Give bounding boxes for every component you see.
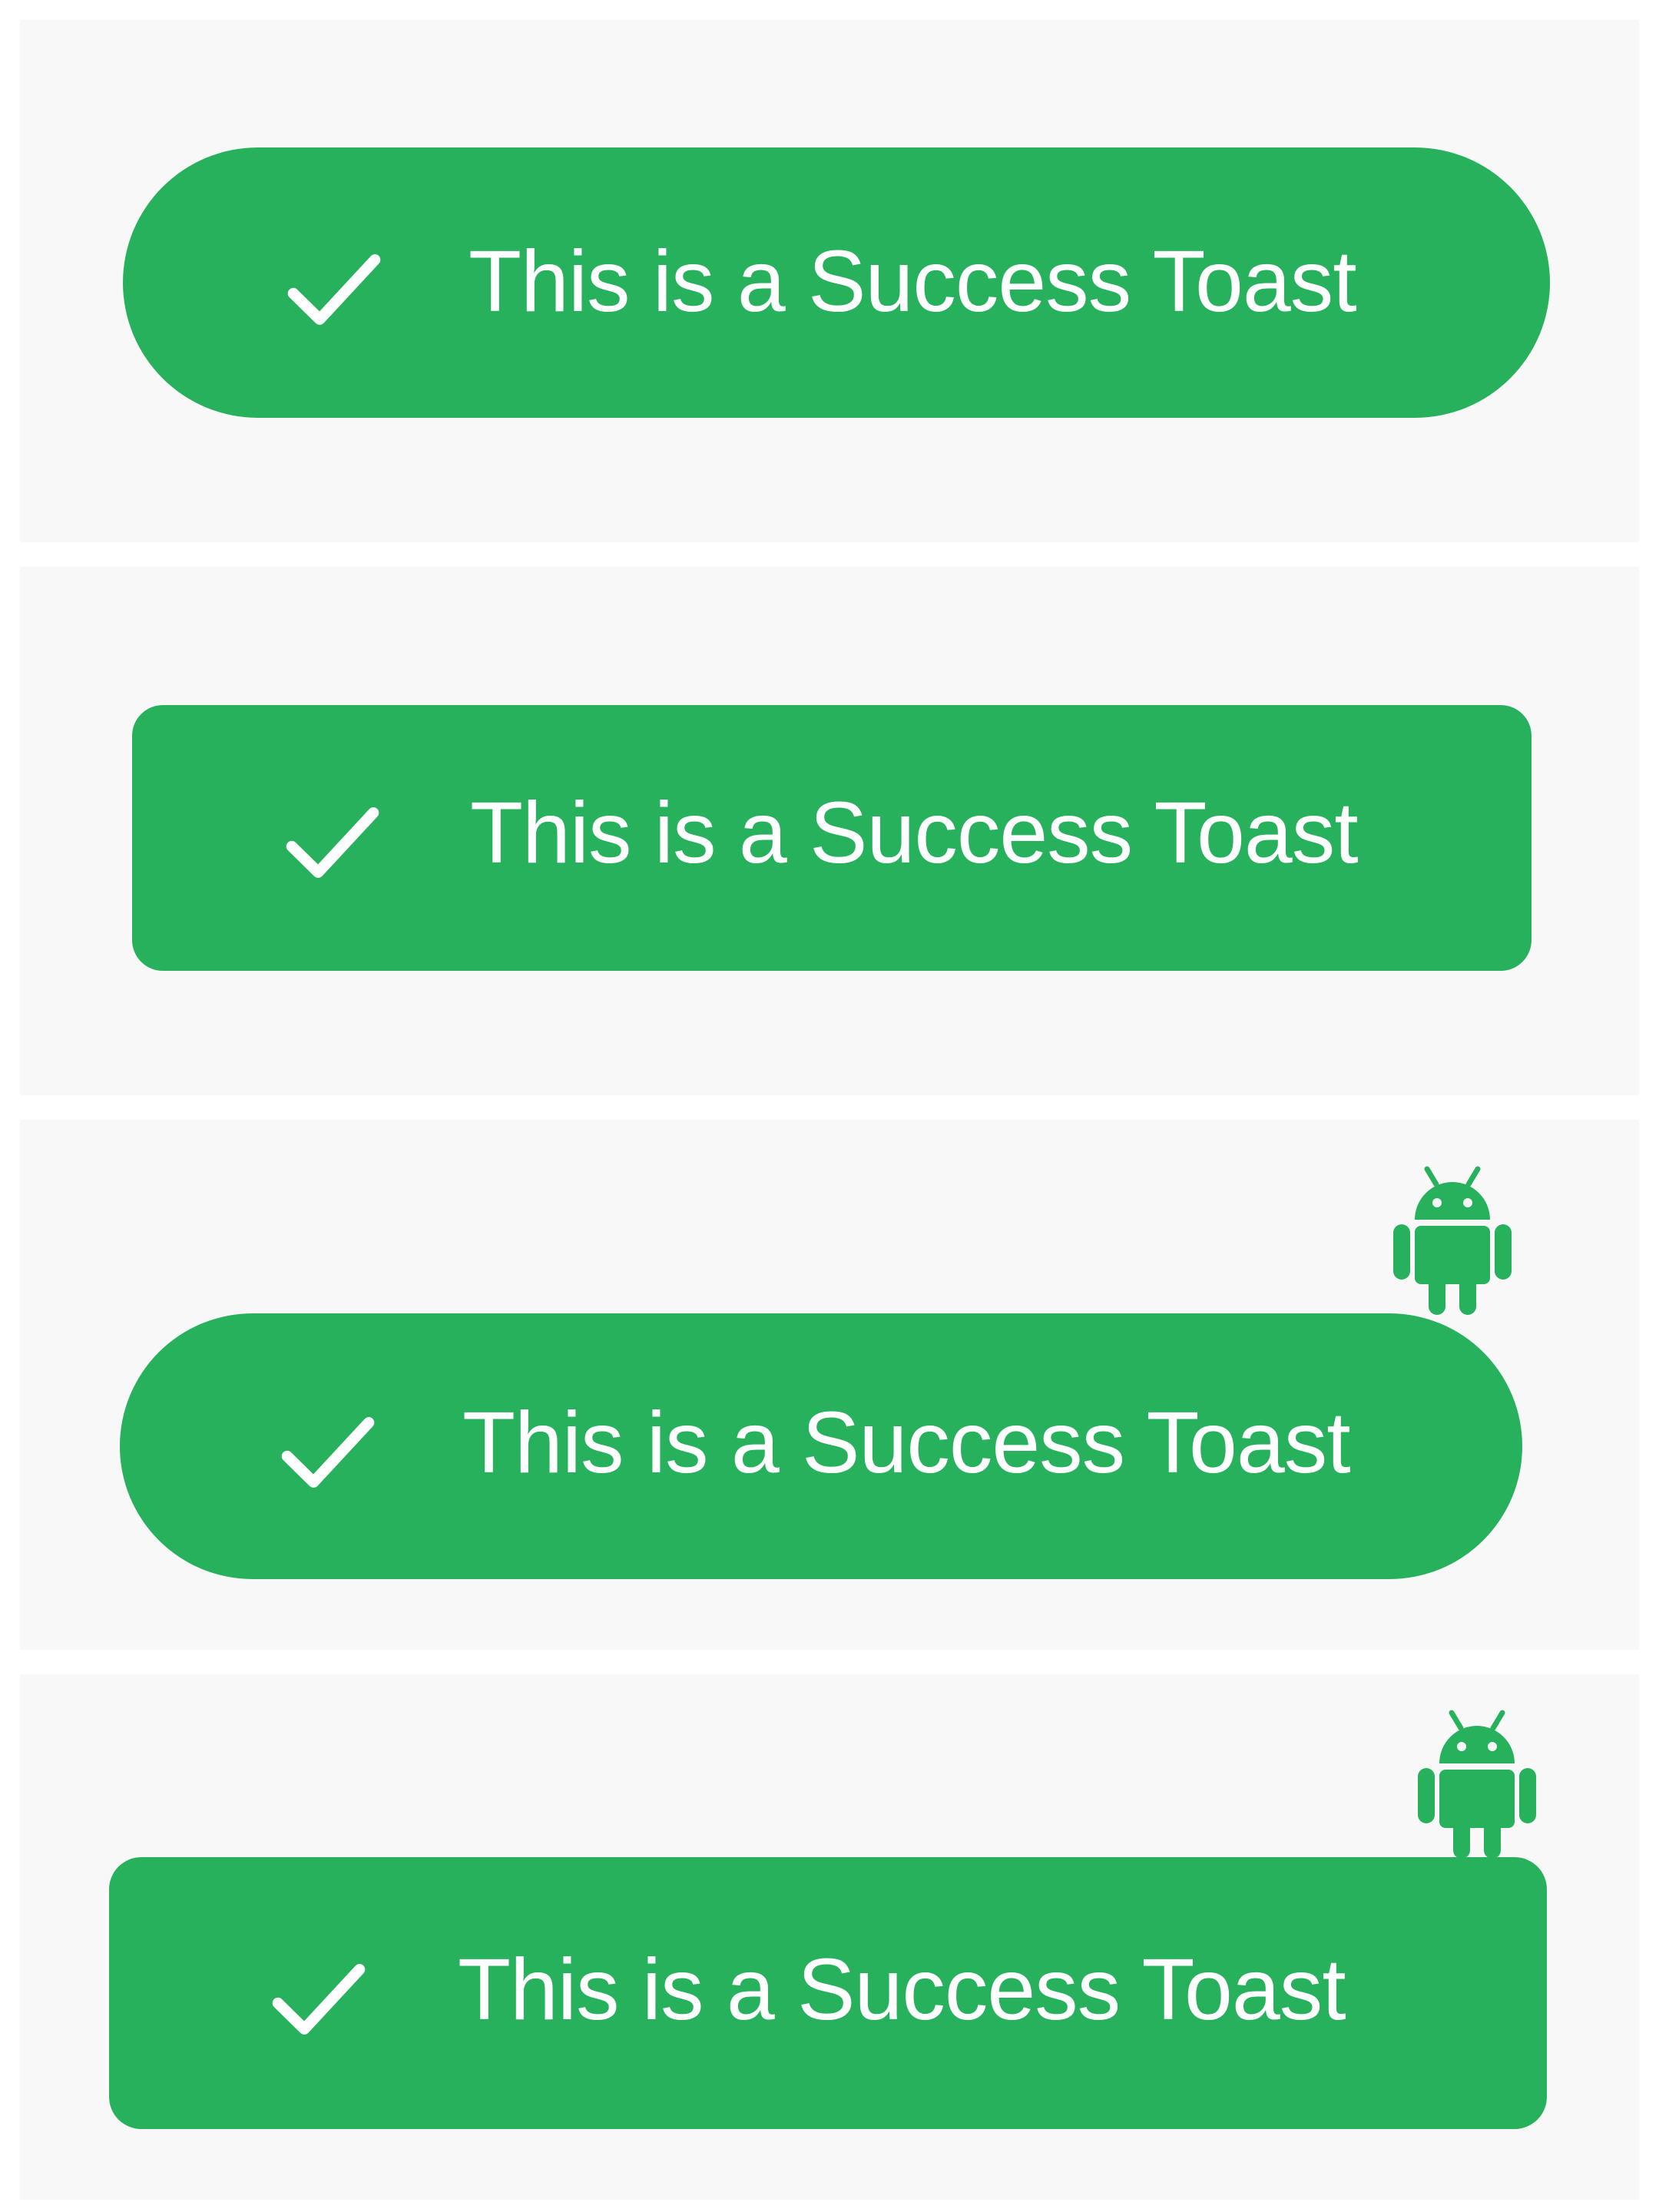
android-icon [1418,1710,1536,1859]
checkmark-icon [272,1964,366,2035]
checkmark-icon [287,254,381,325]
toast-message: This is a Success Toast [470,784,1359,881]
success-toast-pill[interactable]: This is a Success Toast [123,147,1550,418]
toast-message: This is a Success Toast [462,1394,1351,1491]
android-icon [1393,1166,1512,1315]
toast-example-panel-4: This is a Success Toast [20,1674,1639,2200]
toast-message: This is a Success Toast [458,1941,1346,2038]
toast-example-panel-3: This is a Success Toast [20,1120,1639,1650]
toast-message: This is a Success Toast [469,233,1357,329]
success-toast-rounded-with-icon[interactable]: This is a Success Toast [109,1857,1547,2129]
toast-example-panel-2: This is a Success Toast [20,567,1639,1095]
success-toast-pill-with-icon[interactable]: This is a Success Toast [120,1313,1522,1579]
success-toast-rounded[interactable]: This is a Success Toast [132,705,1532,971]
checkmark-icon [281,1417,375,1488]
toast-example-panel-1: This is a Success Toast [20,20,1639,542]
checkmark-icon [286,807,379,878]
